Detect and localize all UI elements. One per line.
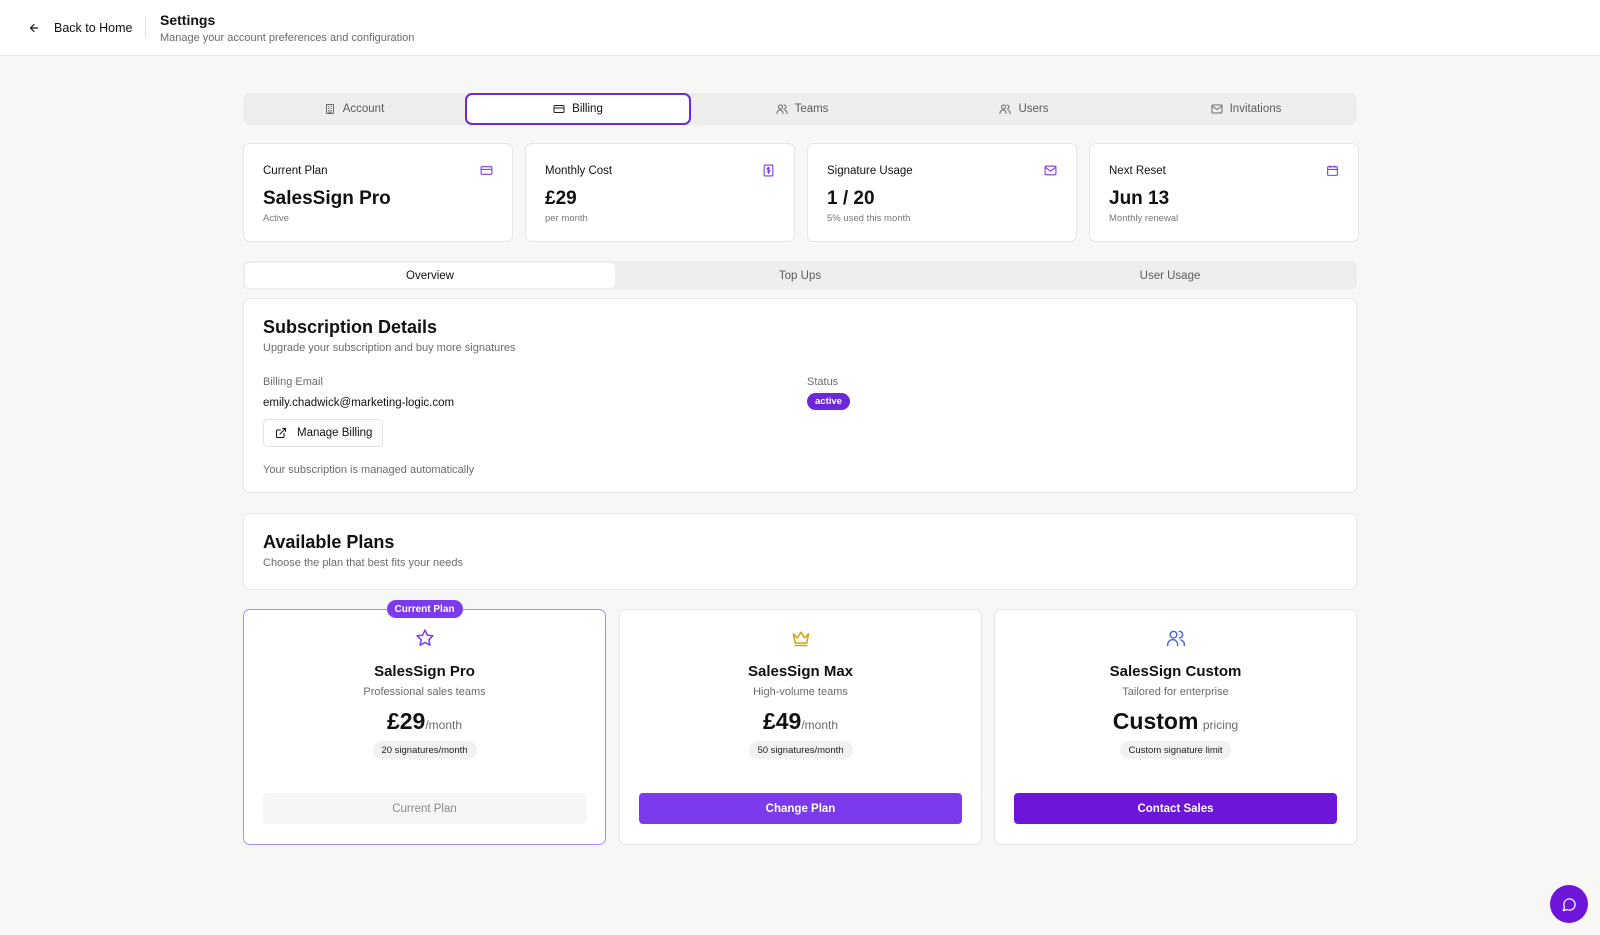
tab-billing[interactable]: Billing xyxy=(465,93,691,125)
plan-price-period: /month xyxy=(425,718,463,732)
plan-price: £49/month xyxy=(620,708,981,735)
subscription-note: Your subscription is managed automatical… xyxy=(263,464,475,476)
external-link-icon xyxy=(276,428,286,438)
stat-label: Monthly Cost xyxy=(545,165,613,177)
subscription-details-card: Subscription Details Upgrade your subscr… xyxy=(243,298,1357,493)
plan-description: High-volume teams xyxy=(753,686,848,698)
stat-value: £29 xyxy=(545,188,577,209)
arrow-left-icon xyxy=(29,23,39,33)
stat-value: 1 / 20 xyxy=(827,188,875,209)
chat-launcher-button[interactable] xyxy=(1550,885,1588,923)
available-plans-title: Available Plans xyxy=(263,532,395,552)
mail-icon xyxy=(1044,165,1057,176)
stat-label: Next Reset xyxy=(1109,165,1166,177)
tab-teams[interactable]: Teams xyxy=(691,93,913,125)
stat-sub: per month xyxy=(545,213,588,224)
receipt-icon xyxy=(763,164,774,177)
status-label: Status xyxy=(807,376,839,388)
stat-value: Jun 13 xyxy=(1109,188,1170,209)
plan-description: Tailored for enterprise xyxy=(1122,686,1229,698)
back-to-home-button[interactable]: Back to Home xyxy=(28,18,133,38)
change-plan-button[interactable]: Change Plan xyxy=(639,793,962,824)
star-icon xyxy=(415,629,434,646)
page-title: Settings xyxy=(160,12,216,28)
plan-card-custom: SalesSign Custom Tailored for enterprise… xyxy=(994,609,1357,845)
plan-limit-badge: Custom signature limit xyxy=(1119,741,1232,759)
crown-icon xyxy=(792,631,809,647)
mail-icon xyxy=(1211,104,1223,114)
page-subtitle: Manage your account preferences and conf… xyxy=(160,32,415,44)
manage-billing-label: Manage Billing xyxy=(297,427,373,439)
users-icon xyxy=(776,104,788,114)
settings-tabs: Account Billing Teams Users Invitations xyxy=(243,93,1357,125)
subtab-overview[interactable]: Overview xyxy=(245,263,615,288)
status-badge: active xyxy=(807,393,850,410)
tab-account-label: Account xyxy=(342,103,385,115)
stat-sub: Monthly renewal xyxy=(1109,213,1179,224)
plan-price-amount: £49 xyxy=(762,708,802,734)
plan-card-max: SalesSign Max High-volume teams £49/mont… xyxy=(619,609,982,845)
calendar-icon xyxy=(1327,165,1338,176)
stat-sub: 5% used this month xyxy=(827,213,911,224)
manage-billing-button[interactable]: Manage Billing xyxy=(263,419,383,447)
header-divider xyxy=(145,16,146,38)
credit-card-icon xyxy=(553,105,565,113)
credit-card-icon xyxy=(480,166,493,175)
current-plan-button[interactable]: Current Plan xyxy=(263,793,586,824)
top-bar: Back to Home Settings Manage your accoun… xyxy=(0,0,1600,56)
plan-price-amount: £29 xyxy=(386,708,426,734)
users-icon xyxy=(1166,630,1185,647)
stat-sub: Active xyxy=(263,213,289,224)
tab-invitations[interactable]: Invitations xyxy=(1135,93,1357,125)
subscription-description: Upgrade your subscription and buy more s… xyxy=(263,342,516,354)
subtab-user-usage[interactable]: User Usage xyxy=(985,263,1355,288)
available-plans-description: Choose the plan that best fits your need… xyxy=(263,557,463,569)
plan-name: SalesSign Max xyxy=(747,663,854,680)
building-icon xyxy=(325,104,334,114)
contact-sales-button[interactable]: Contact Sales xyxy=(1014,793,1337,824)
plan-name: SalesSign Pro xyxy=(374,663,475,680)
plan-card-pro: Current Plan SalesSign Pro Professional … xyxy=(243,600,606,845)
tab-account[interactable]: Account xyxy=(243,93,465,125)
available-plans-card: Available Plans Choose the plan that bes… xyxy=(243,513,1357,590)
plan-price: £29/month xyxy=(244,708,605,735)
stat-card-next-reset: Next Reset Jun 13 Monthly renewal xyxy=(1089,143,1359,242)
plan-price-amount: Custom xyxy=(1112,708,1199,734)
stat-label: Signature Usage xyxy=(827,165,913,177)
billing-email-label: Billing Email xyxy=(263,376,323,388)
users-icon xyxy=(999,104,1011,114)
back-label: Back to Home xyxy=(54,21,133,35)
stat-card-monthly-cost: Monthly Cost £29 per month xyxy=(525,143,795,242)
plan-name: SalesSign Custom xyxy=(1109,663,1242,680)
current-plan-tag: Current Plan xyxy=(386,600,463,618)
stat-card-current-plan: Current Plan SalesSign Pro Active xyxy=(243,143,513,242)
tab-users-label: Users xyxy=(1018,103,1049,115)
billing-email-value: emily.chadwick@marketing-logic.com xyxy=(263,397,455,409)
plan-limit-badge: 50 signatures/month xyxy=(748,741,853,759)
plan-description: Professional sales teams xyxy=(363,686,486,698)
plan-price-period: pricing xyxy=(1202,718,1239,732)
tab-invitations-label: Invitations xyxy=(1229,103,1282,115)
stat-value: SalesSign Pro xyxy=(263,188,391,209)
plan-limit-badge: 20 signatures/month xyxy=(372,741,477,759)
tab-teams-label: Teams xyxy=(794,103,829,115)
plan-price: Custom pricing xyxy=(995,708,1356,735)
plan-price-period: /month xyxy=(801,718,839,732)
stat-label: Current Plan xyxy=(263,165,328,177)
subscription-title: Subscription Details xyxy=(263,317,438,337)
tab-users[interactable]: Users xyxy=(913,93,1135,125)
chat-bubble-icon xyxy=(1562,897,1576,911)
billing-subtabs: Overview Top Ups User Usage xyxy=(243,261,1357,290)
stat-card-signature-usage: Signature Usage 1 / 20 5% used this mont… xyxy=(807,143,1077,242)
tab-billing-label: Billing xyxy=(572,103,603,115)
subtab-top-ups[interactable]: Top Ups xyxy=(615,263,985,288)
